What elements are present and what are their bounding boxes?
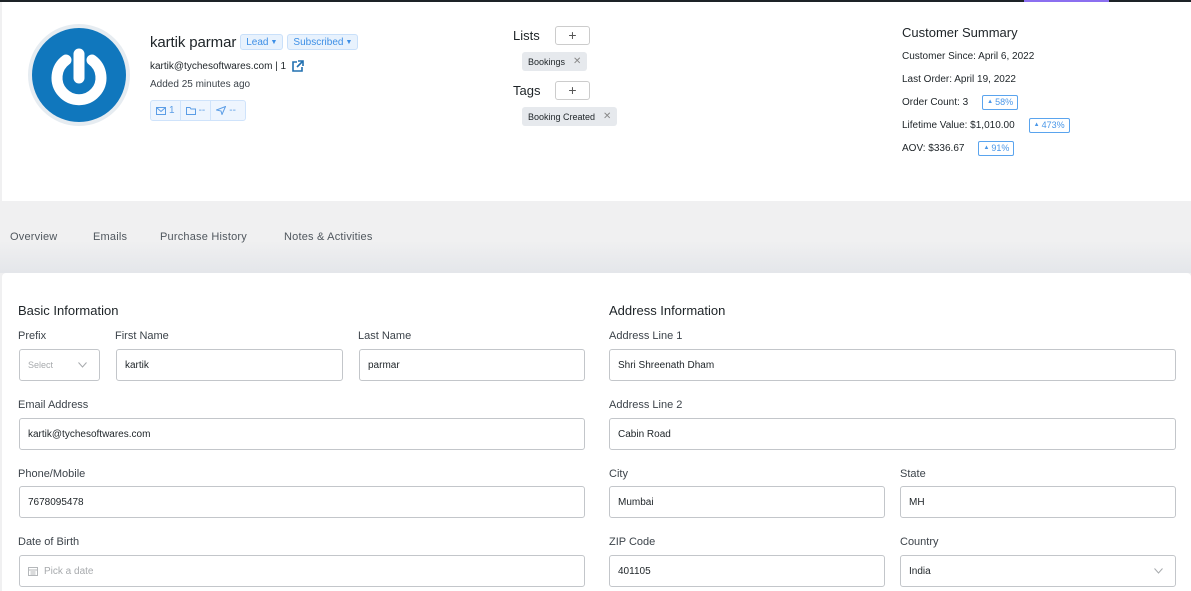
dob-picker[interactable]: Pick a date [19,555,585,587]
chevron-down-icon [1154,568,1163,574]
tab-purchase-history[interactable]: Purchase History [160,231,247,243]
list-chip-label: Bookings [528,56,566,67]
added-time: Added 25 minutes ago [150,79,251,90]
tags-label: Tags [513,82,541,98]
calendar-icon [28,567,38,576]
external-link-icon[interactable] [291,59,304,73]
prefix-placeholder: Select [28,360,54,370]
arrow-up-icon: ▲ [983,145,990,151]
last-order: Last Order: April 19, 2022 [902,73,1016,85]
tab-emails[interactable]: Emails [93,231,127,243]
lists-tags: Lists + Bookings ✕ Tags + Booking Create… [513,24,618,126]
last-name-input[interactable]: parmar [359,349,585,381]
sent-stat: -- [229,105,236,116]
state-label: State [900,468,926,480]
tab-notes-activities[interactable]: Notes & Activities [284,231,373,243]
caret-down-icon: ▼ [345,38,353,46]
zip-input[interactable]: 401105 [609,555,885,587]
lifetime-value-row: Lifetime Value: $1,010.00 ▲ 473% [902,117,1070,133]
contact-header: kartik parmar Lead ▼ Subscribed ▼ kartik… [2,2,1191,201]
contact-name: kartik parmar [150,33,237,51]
customer-summary: Customer Summary Customer Since: April 6… [902,25,1070,156]
trend-value: 473% [1041,120,1065,130]
city-label: City [609,468,628,480]
folder-icon [185,106,196,115]
lifetime-value: Lifetime Value: $1,010.00 [902,119,1015,131]
avatar [28,24,130,126]
country-label: Country [900,536,939,548]
dob-label: Date of Birth [18,536,80,548]
order-count-trend-badge: ▲ 58% [982,94,1019,110]
aov-trend-badge: ▲ 91% [978,140,1015,156]
phone-label: Phone/Mobile [18,468,86,480]
customer-since: Customer Since: April 6, 2022 [902,50,1035,62]
profile-tabs: Overview Emails Purchase History Notes &… [0,201,1191,273]
trend-value: 58% [995,97,1014,107]
first-name-input[interactable]: kartik [116,349,343,381]
email-label: Email Address [18,399,89,411]
first-name-label: First Name [115,330,169,342]
email-count-button[interactable]: 1 [151,101,181,120]
last-name-label: Last Name [358,330,412,342]
email-count: 1 [169,105,175,116]
power-logo-icon [51,48,107,106]
country-select[interactable]: India [900,555,1176,587]
aov: AOV: $336.67 [902,142,965,154]
status-dropdown[interactable]: Lead ▼ [240,34,284,50]
folder-stat: -- [198,105,206,116]
dob-placeholder: Pick a date [44,565,94,577]
remove-icon[interactable]: ✕ [573,56,581,67]
contact-form: Basic Information Prefix Select First Na… [2,273,1191,591]
remove-icon[interactable]: ✕ [603,111,611,122]
aov-row: AOV: $336.67 ▲ 91% [902,140,1070,156]
basic-info-title: Basic Information [18,303,119,318]
tag-chip: Booking Created ✕ [522,107,618,126]
add-list-button[interactable]: + [555,25,590,45]
arrow-up-icon: ▲ [1033,122,1040,128]
status-label: Lead [246,36,269,48]
subscription-dropdown[interactable]: Subscribed ▼ [287,34,359,50]
arrow-up-icon: ▲ [987,99,994,105]
country-value: India [909,565,931,577]
contact-stats: 1 -- -- [150,100,246,121]
lists-label: Lists [513,27,540,43]
tag-chip-label: Booking Created [528,111,596,122]
trend-value: 91% [991,143,1010,153]
list-chip: Bookings ✕ [522,52,588,71]
lifetime-value-trend-badge: ▲ 473% [1028,117,1070,133]
contact-email: kartik@tychesoftwares.com | 1 [150,60,287,72]
address-info-title: Address Information [609,303,726,318]
tab-overview[interactable]: Overview [10,231,57,243]
zip-label: ZIP Code [609,536,656,548]
order-count-row: Order Count: 3 ▲ 58% [902,94,1070,110]
mail-icon [156,106,166,115]
phone-input[interactable]: 7678095478 [19,486,585,518]
summary-title: Customer Summary [902,25,1018,40]
city-input[interactable]: Mumbai [609,486,885,518]
contact-info: kartik parmar Lead ▼ Subscribed ▼ kartik… [150,32,362,121]
prefix-label: Prefix [18,330,47,342]
add-tag-button[interactable]: + [555,80,590,100]
prefix-select[interactable]: Select [19,349,100,381]
address-line1-input[interactable]: Shri Shreenath Dham [609,349,1176,381]
order-count: Order Count: 3 [902,96,969,108]
sent-stat-button[interactable]: -- [211,101,241,120]
address-line2-label: Address Line 2 [609,399,683,411]
state-input[interactable]: MH [900,486,1176,518]
send-icon [216,106,227,115]
address-line2-input[interactable]: Cabin Road [609,418,1176,450]
subscription-label: Subscribed [293,36,344,48]
folder-stat-button[interactable]: -- [181,101,212,120]
address-line1-label: Address Line 1 [609,330,683,342]
chevron-down-icon [78,362,87,368]
caret-down-icon: ▼ [270,38,278,46]
email-input[interactable]: kartik@tychesoftwares.com [19,418,585,450]
